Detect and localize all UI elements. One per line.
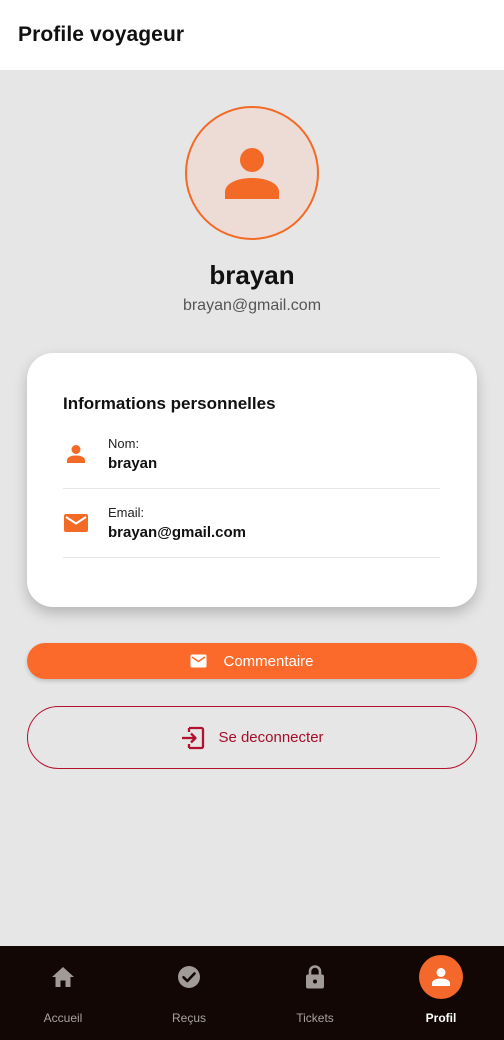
email-value: brayan@gmail.com: [108, 524, 247, 541]
nav-item-accueil[interactable]: Accueil: [0, 946, 126, 1040]
card-title: Informations personnelles: [63, 394, 276, 413]
nav-label-tickets: Tickets: [296, 1011, 334, 1025]
home-icon: [41, 955, 85, 999]
avatar: [185, 106, 319, 240]
nav-label-profil: Profil: [425, 1011, 457, 1025]
logout-icon: [182, 726, 205, 749]
person-icon: [225, 148, 279, 199]
profile-name: brayan: [209, 260, 295, 290]
nav-item-tickets[interactable]: Tickets: [252, 946, 378, 1040]
personal-info-card: Informations personnelles Nom: brayan Em…: [27, 353, 477, 607]
profile-email: brayan@gmail.com: [182, 297, 322, 314]
person-icon: [63, 441, 89, 467]
name-value: brayan: [108, 455, 158, 472]
logout-button-label: Se deconnecter: [218, 729, 324, 746]
nav-item-recus[interactable]: Reçus: [126, 946, 252, 1040]
comment-button[interactable]: Commentaire: [27, 643, 477, 679]
info-row-email: Email: brayan@gmail.com: [63, 492, 440, 558]
nav-label-recus: Reçus: [171, 1011, 206, 1025]
app-bar: Profile voyageur: [0, 0, 504, 70]
page-title: Profile voyageur: [18, 23, 185, 46]
name-label: Nom:: [108, 436, 140, 451]
nav-item-profil[interactable]: Profil: [378, 946, 504, 1040]
info-row-name: Nom: brayan: [63, 423, 440, 489]
mail-icon: [63, 510, 89, 536]
lock-icon: [293, 955, 337, 999]
comment-button-label: Commentaire: [223, 652, 314, 670]
nav-label-accueil: Accueil: [43, 1011, 83, 1025]
logout-button[interactable]: Se deconnecter: [27, 706, 477, 769]
bottom-navigation: Accueil Reçus Tickets Profil: [0, 946, 504, 1040]
person-icon: [419, 955, 463, 999]
email-label: Email:: [108, 505, 145, 520]
check-circle-icon: [167, 955, 211, 999]
mail-icon: [190, 654, 207, 668]
